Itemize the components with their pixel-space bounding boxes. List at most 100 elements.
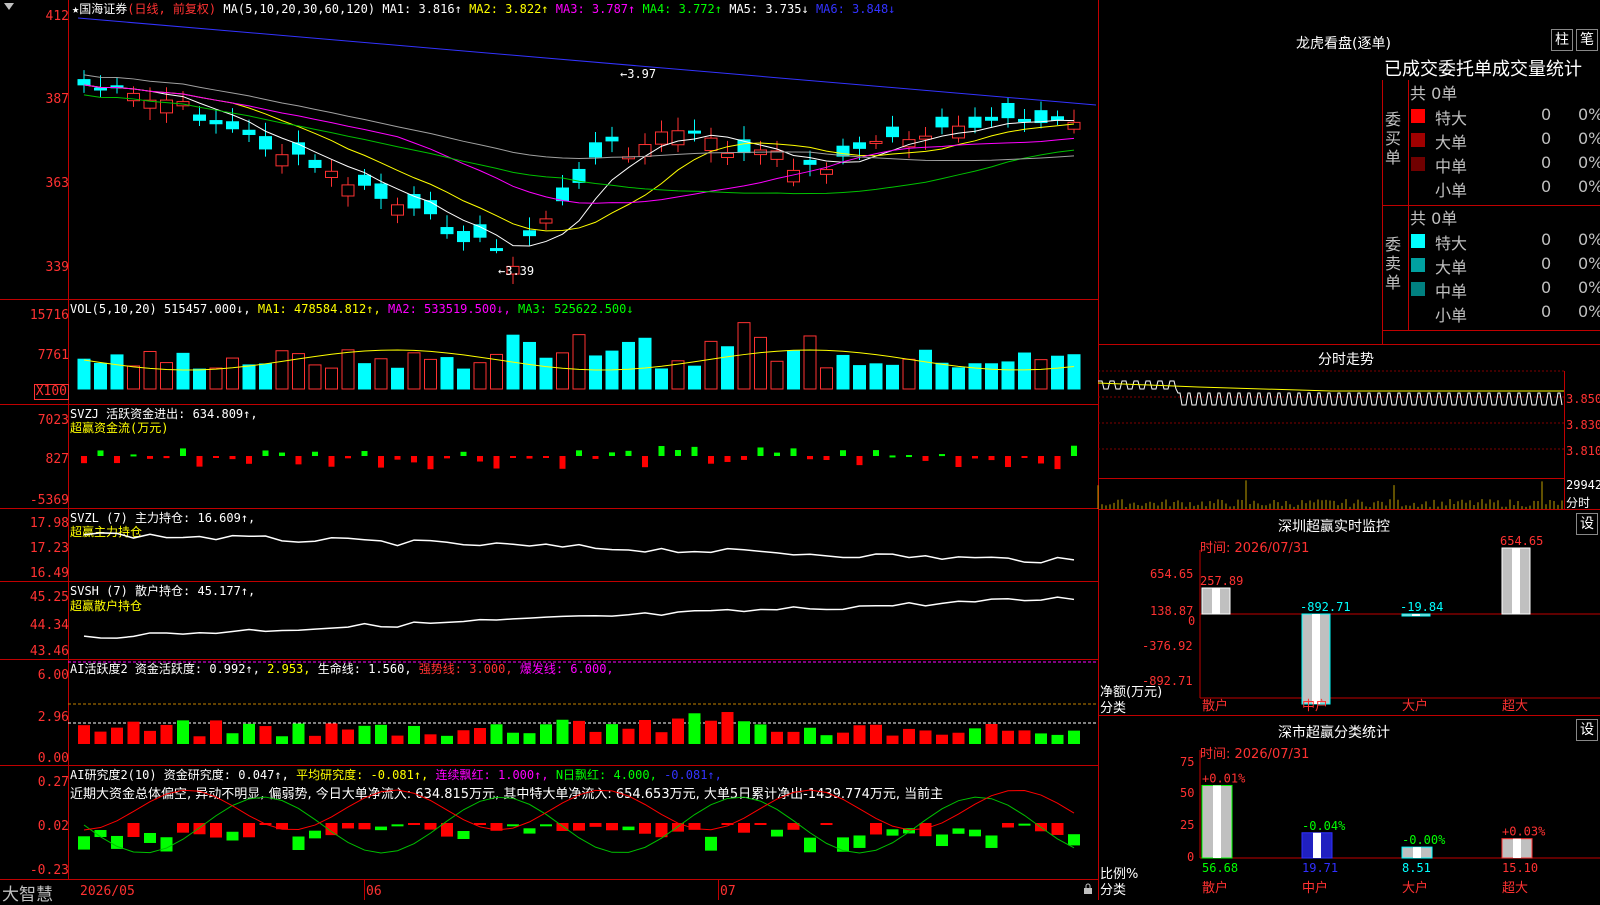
flow-bar	[493, 456, 500, 469]
volume-bar	[77, 358, 91, 390]
flow-bar	[510, 456, 516, 458]
activity-bar	[738, 721, 750, 744]
vol-tick-1: 15716	[29, 308, 69, 323]
activity-bar	[639, 720, 651, 744]
sz-classify-settings-button[interactable]: 设	[1576, 719, 1598, 741]
svzj-tick-3: -5369	[29, 493, 69, 508]
flow-bar	[1021, 456, 1028, 458]
flow-bar	[559, 456, 566, 469]
candle-body	[803, 159, 817, 165]
flow-bar	[213, 456, 219, 458]
flow-bar	[757, 447, 764, 456]
sell-xl-swatch	[1411, 234, 1425, 248]
flow-bar	[691, 446, 698, 456]
volume-bar	[358, 363, 371, 390]
research-bar	[936, 834, 948, 847]
sell-xl-name: 特大	[1435, 234, 1468, 253]
candle-body	[457, 231, 470, 243]
activity-bar	[325, 723, 338, 744]
research-bar	[408, 823, 420, 825]
candle-body	[985, 116, 998, 121]
activity-bar	[1018, 730, 1031, 744]
activity-bar	[985, 723, 998, 744]
activity-bar	[622, 728, 635, 744]
sz-monitor-chart: 257.89 散户 -892.71 中户 -19.84 大户 654.65 超大	[1199, 534, 1600, 714]
sz-monitor-tick-4: -376.92	[1142, 639, 1193, 653]
sz-monitor-settings-button[interactable]: 设	[1576, 513, 1598, 535]
flow-bar	[411, 456, 417, 463]
research-bar	[441, 823, 453, 837]
classify-bar-highlight	[1313, 832, 1321, 858]
research-bar	[919, 823, 932, 837]
main-position-path	[83, 532, 1075, 564]
monitor-bar-highlight	[1212, 588, 1220, 614]
flow-bar	[708, 456, 714, 464]
monitor-value-label: -892.71	[1300, 600, 1351, 614]
flow-bar	[906, 455, 912, 458]
candle-body	[605, 136, 619, 142]
candle-body	[853, 142, 866, 149]
sell-order-label: 委卖单	[1385, 235, 1402, 292]
activity-bar	[589, 731, 602, 744]
menu-icon[interactable]	[3, 2, 15, 12]
volume-bar	[275, 350, 289, 390]
flow-bar	[889, 455, 896, 458]
sz-classify-tick-1: 75	[1180, 755, 1195, 769]
candle-body	[820, 169, 833, 175]
volume-bar	[407, 352, 421, 390]
retail-position-line	[83, 596, 1075, 639]
research-bar	[952, 828, 965, 834]
sell-l-count: 0	[1541, 254, 1552, 273]
volume-bar	[391, 367, 404, 390]
buy-order-label: 委买单	[1385, 110, 1402, 167]
volume-bar	[127, 365, 140, 390]
sell-m-pct: 0%	[1578, 278, 1600, 297]
flow-bar	[790, 448, 797, 456]
flow-bar	[196, 456, 203, 467]
stroke-view-button[interactable]: 笔	[1576, 29, 1598, 51]
sell-m-swatch	[1411, 282, 1425, 296]
monitor-category-label: 散户	[1202, 698, 1228, 714]
retail-position-path	[83, 596, 1075, 639]
classify-ratio-label: 56.68	[1202, 861, 1238, 875]
date-label-may: 2026/05	[80, 884, 135, 899]
brand-label: 大智慧	[2, 885, 53, 905]
candle-body	[655, 131, 668, 145]
capital-flow-bars	[81, 445, 1077, 470]
volume-bar	[803, 335, 817, 390]
svzj-tick-1: 7023	[37, 413, 69, 428]
svzj-tick-2: 827	[45, 452, 69, 467]
volume-bar	[556, 352, 569, 390]
lock-icon[interactable]	[1083, 883, 1093, 894]
ai-research-tick-3: -0.23	[29, 863, 69, 878]
candle-body	[374, 183, 388, 199]
buy-l-swatch	[1411, 133, 1425, 147]
flow-bar	[328, 456, 335, 467]
candle-body	[391, 204, 404, 216]
monitor-category-label: 中户	[1302, 698, 1328, 714]
candle-body	[440, 227, 454, 235]
volume-bar	[622, 341, 635, 390]
flow-bar	[295, 456, 302, 465]
activity-bar	[424, 734, 437, 744]
volume-bar	[902, 358, 916, 390]
activity-bar	[78, 725, 90, 744]
activity-bar	[837, 732, 849, 744]
intraday-chart[interactable]	[1097, 371, 1564, 509]
column-view-button[interactable]: 柱	[1551, 29, 1573, 51]
activity-bar	[705, 720, 717, 744]
volume-bar	[1034, 359, 1048, 390]
volume-bar	[721, 346, 734, 390]
flow-bar	[625, 450, 632, 456]
candle-body	[1034, 110, 1048, 124]
sell-s-pct: 0%	[1578, 302, 1600, 321]
activity-bar	[1068, 730, 1080, 744]
sz-monitor-tick-2: 138.87	[1150, 604, 1194, 618]
candle-body	[341, 184, 355, 197]
flow-bar	[163, 456, 170, 459]
candlestick-chart[interactable]	[68, 10, 1098, 300]
flow-bar	[246, 456, 252, 464]
monitor-value-label: 654.65	[1500, 534, 1543, 548]
flow-bar	[345, 456, 351, 459]
buy-l-pct: 0%	[1578, 129, 1600, 148]
